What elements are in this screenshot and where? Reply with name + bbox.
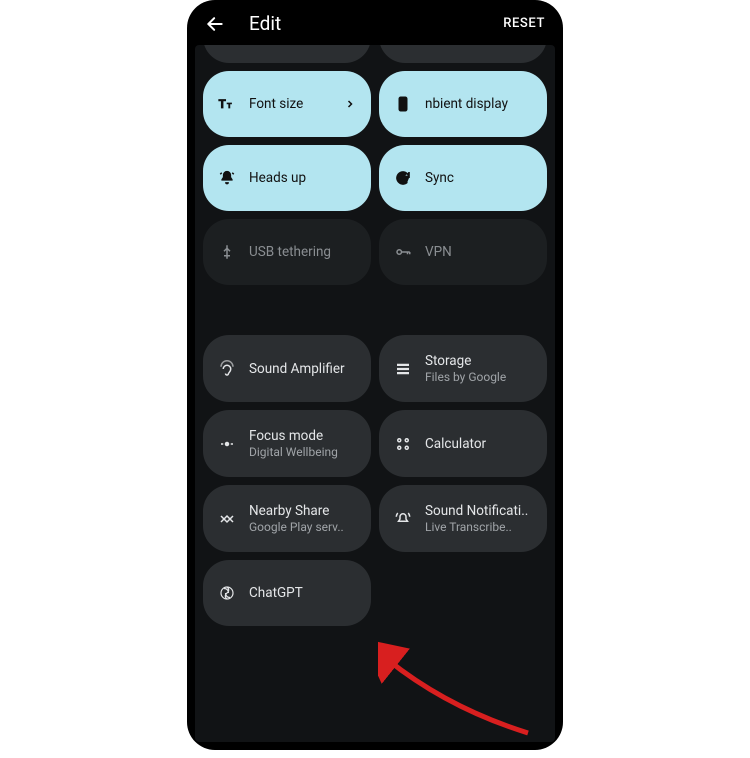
- tile-sublabel: Google Play serv..: [249, 520, 357, 534]
- sync-icon: [393, 168, 413, 188]
- chatgpt-icon: [217, 583, 237, 603]
- notification-sound-icon: [393, 509, 413, 529]
- calculator-icon: [393, 434, 413, 454]
- tile-label: Nearby Share: [249, 503, 357, 519]
- nearby-share-icon: [217, 509, 237, 529]
- tile-chatgpt[interactable]: ChatGPT: [203, 560, 371, 626]
- tile-label: Heads up: [249, 170, 357, 186]
- tile-heads-up[interactable]: Heads up: [203, 145, 371, 211]
- tile-label: USB tethering: [249, 244, 357, 260]
- tile-color-correction[interactable]: our correction: [379, 45, 547, 63]
- back-button[interactable]: [205, 14, 225, 34]
- tile-label: Sync: [425, 170, 533, 186]
- reset-button[interactable]: RESET: [503, 16, 545, 31]
- tile-sound-notification[interactable]: Sound Notificati.. Live Transcribe..: [379, 485, 547, 552]
- tile-label: Sound Amplifier: [249, 361, 357, 377]
- focus-icon: [217, 434, 237, 454]
- phone-frame: Edit RESET e-handed mode our correction …: [187, 0, 563, 750]
- tile-sound-amplifier[interactable]: Sound Amplifier: [203, 335, 371, 402]
- chevron-right-icon: [343, 98, 357, 110]
- tile-sublabel: Files by Google: [425, 370, 533, 384]
- svg-text:T: T: [227, 101, 232, 110]
- phone-icon: [393, 94, 413, 114]
- tile-label: Sound Notificati..: [425, 503, 533, 519]
- tile-label: ChatGPT: [249, 585, 357, 601]
- storage-icon: [393, 359, 413, 379]
- tile-label: Font size: [249, 96, 331, 112]
- tile-label: Storage: [425, 353, 533, 369]
- tile-vpn[interactable]: VPN: [379, 219, 547, 285]
- tile-sublabel: Live Transcribe..: [425, 520, 533, 534]
- tile-label: Calculator: [425, 436, 533, 452]
- arrow-left-icon: [205, 14, 225, 34]
- tile-sync[interactable]: Sync: [379, 145, 547, 211]
- hearing-icon: [217, 359, 237, 379]
- svg-text:T: T: [219, 98, 226, 111]
- tile-label: Focus mode: [249, 428, 357, 444]
- tile-editor: e-handed mode our correction TT Font siz…: [195, 45, 555, 742]
- tile-nearby-share[interactable]: Nearby Share Google Play serv..: [203, 485, 371, 552]
- vpn-key-icon: [393, 242, 413, 262]
- text-size-icon: TT: [217, 94, 237, 114]
- page-title: Edit: [249, 12, 479, 35]
- tile-storage[interactable]: Storage Files by Google: [379, 335, 547, 402]
- tile-label: nbient display: [425, 96, 533, 112]
- tile-focus-mode[interactable]: Focus mode Digital Wellbeing: [203, 410, 371, 477]
- tile-calculator[interactable]: Calculator: [379, 410, 547, 477]
- tile-label: VPN: [425, 244, 533, 260]
- tile-font-size[interactable]: TT Font size: [203, 71, 371, 137]
- bell-icon: [217, 168, 237, 188]
- header-bar: Edit RESET: [187, 0, 563, 45]
- tile-one-handed-mode[interactable]: e-handed mode: [203, 45, 371, 63]
- tile-usb-tethering[interactable]: USB tethering: [203, 219, 371, 285]
- tile-ambient-display[interactable]: nbient display: [379, 71, 547, 137]
- tile-sublabel: Digital Wellbeing: [249, 445, 357, 459]
- usb-icon: [217, 242, 237, 262]
